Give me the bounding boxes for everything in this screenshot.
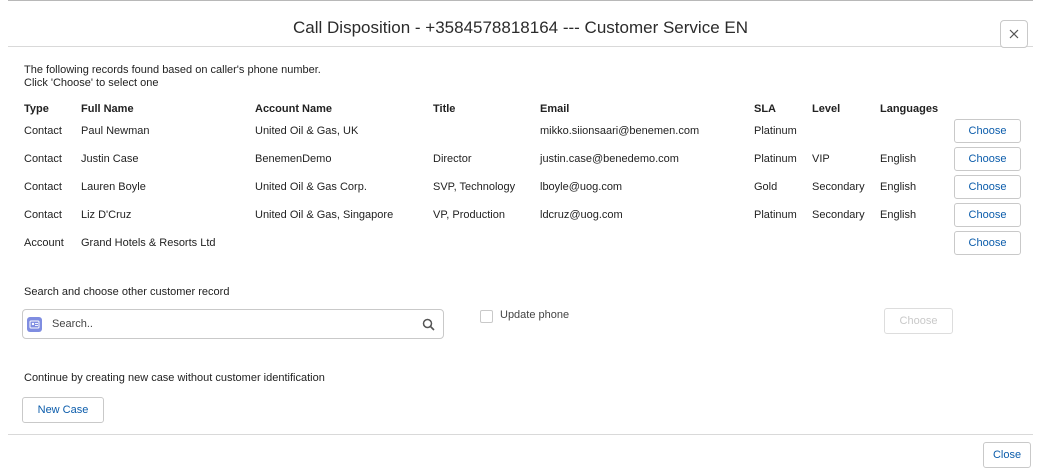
header-type: Type	[24, 102, 49, 115]
choose-button[interactable]: Choose	[954, 175, 1021, 199]
cell-title	[429, 117, 536, 145]
cell-level	[808, 229, 876, 257]
cell-level: VIP	[812, 153, 830, 165]
cell-account-name: United Oil & Gas Corp.	[255, 181, 367, 193]
header-level: Level	[812, 102, 841, 115]
intro-text: The following records found based on cal…	[24, 64, 321, 90]
choose-button[interactable]: Choose	[954, 147, 1021, 171]
table-row: Contact Paul Newman United Oil & Gas, UK…	[20, 117, 1025, 145]
cell-type: Contact	[24, 209, 62, 221]
header-full-name: Full Name	[81, 102, 134, 115]
cell-sla: Platinum	[754, 125, 797, 137]
new-case-button[interactable]: New Case	[22, 397, 104, 423]
search-icon[interactable]	[422, 318, 435, 331]
cell-type: Contact	[24, 181, 62, 193]
cell-email: ldcruz@uog.com	[540, 209, 623, 221]
cell-full-name: Liz D'Cruz	[81, 209, 132, 221]
cell-account-name: BenemenDemo	[255, 153, 332, 165]
cell-email: mikko.siionsaari@benemen.com	[540, 125, 700, 137]
table-header-row: Type Full Name Account Name Title Email …	[20, 100, 1025, 117]
header-title: Title	[433, 102, 456, 115]
cell-level: Secondary	[812, 209, 865, 221]
cell-title: Director	[433, 153, 472, 165]
table-row: Contact Liz D'Cruz United Oil & Gas, Sin…	[20, 201, 1025, 229]
update-phone-checkbox[interactable]	[480, 310, 493, 323]
new-case-section-label: Continue by creating new case without cu…	[24, 372, 325, 384]
cell-email	[536, 229, 750, 257]
header-sla: SLA	[754, 102, 776, 115]
footer-divider	[8, 434, 1033, 435]
close-button[interactable]: Close	[983, 442, 1031, 468]
update-phone-label: Update phone	[500, 309, 570, 321]
cell-sla: Gold	[754, 181, 778, 193]
modal-title: Call Disposition - +3584578818164 --- Cu…	[293, 18, 748, 37]
cell-type: Account	[24, 237, 64, 249]
choose-button[interactable]: Choose	[954, 119, 1021, 143]
contact-record-icon	[27, 317, 42, 332]
header-action	[950, 100, 1025, 117]
records-table: Type Full Name Account Name Title Email …	[20, 100, 1025, 257]
header-languages: Languages	[880, 102, 939, 115]
table-row: Account Grand Hotels & Resorts Ltd Choos…	[20, 229, 1025, 257]
cell-level: Secondary	[812, 181, 865, 193]
cell-languages	[876, 117, 950, 145]
choose-button[interactable]: Choose	[954, 231, 1021, 255]
choose-button[interactable]: Choose	[954, 203, 1021, 227]
header-email: Email	[540, 102, 570, 115]
cell-full-name: Grand Hotels & Resorts Ltd	[81, 237, 216, 249]
cell-title: VP, Production	[433, 209, 505, 221]
header-account-name: Account Name	[255, 102, 333, 115]
cell-email: lboyle@uog.com	[540, 181, 623, 193]
table-row: Contact Lauren Boyle United Oil & Gas Co…	[20, 173, 1025, 201]
cell-title: SVP, Technology	[433, 181, 516, 193]
cell-sla: Platinum	[754, 209, 797, 221]
cell-full-name: Lauren Boyle	[81, 181, 146, 193]
customer-search-box[interactable]	[22, 309, 444, 339]
intro-line-2: Click 'Choose' to select one	[24, 77, 159, 89]
cell-level	[808, 117, 876, 145]
cell-languages: English	[880, 209, 917, 221]
cell-type: Contact	[24, 153, 62, 165]
cell-account-name: United Oil & Gas, UK	[255, 125, 359, 137]
cell-sla	[750, 229, 808, 257]
choose-search-result-button[interactable]: Choose	[884, 308, 953, 334]
search-section-label: Search and choose other customer record	[24, 286, 230, 298]
close-icon[interactable]	[1000, 20, 1028, 48]
cell-languages: English	[880, 181, 917, 193]
table-row: Contact Justin Case BenemenDemo Director…	[20, 145, 1025, 173]
cell-account-name	[251, 229, 429, 257]
cell-languages: English	[880, 153, 917, 165]
intro-line-1: The following records found based on cal…	[24, 64, 321, 76]
modal-header: Call Disposition - +3584578818164 --- Cu…	[8, 1, 1033, 48]
cell-title	[429, 229, 536, 257]
cell-full-name: Justin Case	[81, 153, 139, 165]
cell-email: justin.case@benedemo.com	[540, 153, 679, 165]
cell-account-name: United Oil & Gas, Singapore	[255, 209, 394, 221]
search-input[interactable]	[50, 315, 410, 333]
cell-languages	[876, 229, 950, 257]
call-disposition-modal: Call Disposition - +3584578818164 --- Cu…	[0, 0, 1041, 472]
cell-sla: Platinum	[754, 153, 797, 165]
cell-type: Contact	[24, 125, 62, 137]
cell-full-name: Paul Newman	[81, 125, 150, 137]
